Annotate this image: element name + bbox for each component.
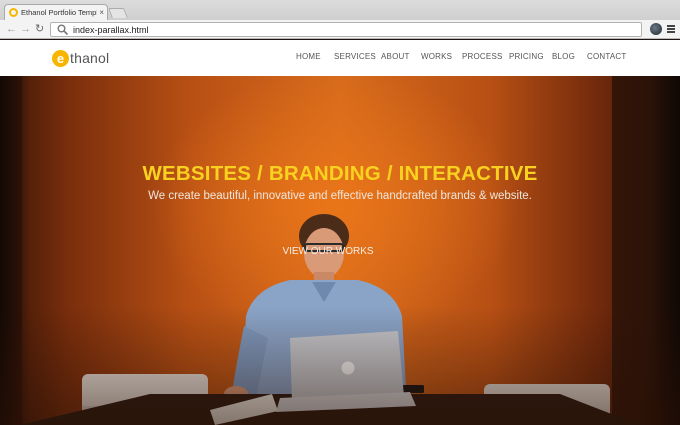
nav-item-blog[interactable]: BLOG: [552, 52, 575, 61]
nav-item-contact[interactable]: CONTACT: [587, 52, 626, 61]
hero-section: WEBSITES / BRANDING / INTERACTIVE We cre…: [0, 76, 680, 425]
hamburger-menu-icon[interactable]: [667, 25, 675, 33]
tab-close-icon[interactable]: ×: [99, 8, 104, 17]
nav-item-pricing[interactable]: PRICING: [509, 52, 544, 61]
tab-title: Ethanol Portfolio Templat: [21, 8, 98, 17]
browser-tab[interactable]: Ethanol Portfolio Templat ×: [4, 4, 108, 20]
nav-item-process[interactable]: PROCESS: [462, 52, 503, 61]
favicon-icon: [9, 8, 18, 17]
hero-subtitle: We create beautiful, innovative and effe…: [148, 190, 532, 202]
site-header: e thanol HOME SERVICES ABOUT WORKS PROCE…: [0, 40, 680, 76]
hero-bottom-shade: [0, 306, 680, 425]
forward-arrow-icon[interactable]: →: [20, 22, 31, 36]
new-tab-button[interactable]: [108, 8, 128, 18]
nav-item-about[interactable]: ABOUT: [381, 52, 410, 61]
reload-icon[interactable]: ↻: [35, 22, 44, 36]
main-nav: HOME SERVICES ABOUT WORKS PROCESS PRICIN…: [0, 52, 680, 64]
hero-title: WEBSITES / BRANDING / INTERACTIVE: [142, 162, 538, 185]
url-text: index-parallax.html: [73, 24, 149, 35]
extension-icon[interactable]: [650, 23, 662, 35]
nav-item-home[interactable]: HOME: [296, 52, 321, 61]
nav-item-services[interactable]: SERVICES: [334, 52, 376, 61]
view-our-works-button[interactable]: VIEW OUR WORKS: [278, 244, 378, 260]
nav-item-works[interactable]: WORKS: [421, 52, 452, 61]
back-arrow-icon[interactable]: ←: [6, 22, 17, 36]
browser-toolbar: ← → ↻ index-parallax.html: [0, 20, 680, 39]
address-bar[interactable]: index-parallax.html: [50, 22, 642, 37]
search-icon: [57, 24, 69, 36]
browser-tab-strip: Ethanol Portfolio Templat ×: [0, 0, 680, 20]
